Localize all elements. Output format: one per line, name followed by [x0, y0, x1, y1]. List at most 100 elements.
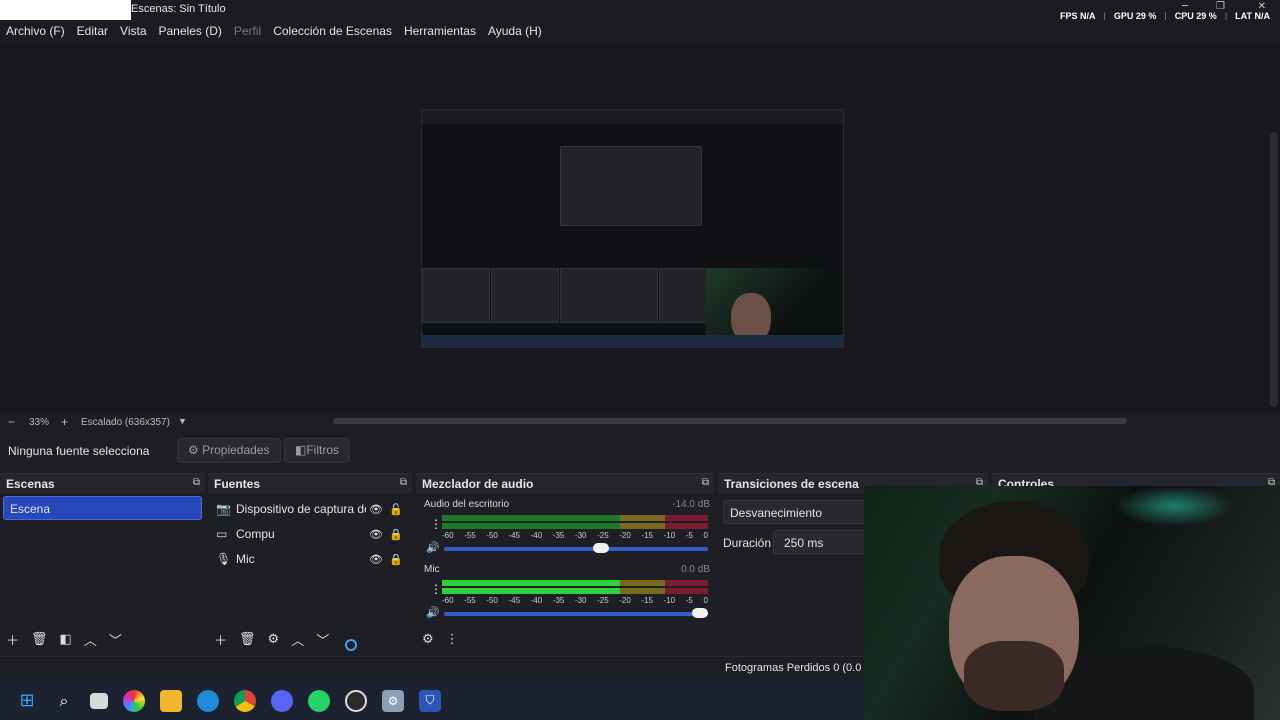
preview-frame[interactable]	[421, 109, 844, 348]
webcam-overlay	[864, 486, 1280, 720]
duration-label: Duración	[723, 536, 772, 550]
whatsapp-icon[interactable]	[308, 689, 330, 712]
gear-icon[interactable]: ⚙	[268, 632, 280, 647]
dropped-frames: Fotogramas Perdidos 0 (0.0	[725, 662, 862, 674]
properties-bar: Ninguna fuente selecciona ⚙ Propiedades …	[0, 436, 1280, 466]
eye-icon[interactable]: 👁	[366, 553, 386, 566]
window-title: Escenas: Sin Título	[131, 3, 226, 15]
file-explorer-icon[interactable]	[160, 689, 182, 712]
chevron-up-icon[interactable]: ︿	[291, 630, 304, 649]
source-label: Dispositivo de captura de	[236, 502, 366, 516]
volume-meter	[442, 580, 708, 586]
undock-icon[interactable]: ⧉	[400, 477, 407, 488]
menu-herramientas[interactable]: Herramientas	[404, 24, 476, 38]
speaker-icon[interactable]: 🔊	[426, 606, 440, 619]
mixer-dock-title: Mezclador de audio ⧉	[416, 474, 714, 494]
microphone-icon: 🎙	[216, 552, 232, 566]
volume-meter	[442, 515, 708, 521]
zoom-in-button[interactable]: +	[61, 415, 68, 429]
filter-icon[interactable]: ◧	[60, 632, 72, 647]
eye-icon[interactable]: 👁	[366, 528, 386, 541]
no-source-label: Ninguna fuente selecciona	[8, 444, 150, 458]
preview-dock-thumbnail	[659, 268, 707, 323]
chevron-down-icon[interactable]: ﹀	[109, 630, 122, 649]
add-icon[interactable]: ＋	[6, 630, 19, 649]
settings-icon[interactable]: ⚙	[382, 689, 404, 712]
scene-item[interactable]: Escena	[3, 496, 202, 520]
trash-icon[interactable]: 🗑	[239, 632, 256, 647]
menu-perfil[interactable]: Perfil	[234, 24, 261, 38]
horizontal-scrollbar[interactable]	[333, 418, 1127, 424]
filters-button[interactable]: ◧Filtros	[284, 438, 351, 463]
menu-archivo[interactable]: Archivo (F)	[6, 24, 65, 38]
undock-icon[interactable]: ⧉	[702, 477, 709, 488]
discord-icon[interactable]	[271, 689, 293, 712]
zoom-bar: − 33% + Escalado (636x357) ▼	[0, 412, 1280, 432]
scenes-toolbar: ＋ 🗑 ◧ ︿ ﹀	[0, 625, 205, 653]
source-label: Mic	[236, 552, 255, 566]
source-row[interactable]: 📷 Dispositivo de captura de 👁 🔓	[216, 498, 406, 520]
eye-icon[interactable]: 👁	[366, 503, 386, 516]
volume-slider[interactable]	[444, 608, 708, 618]
scenes-dock-title: Escenas ⧉	[0, 474, 205, 494]
chrome-icon[interactable]	[234, 689, 256, 712]
camera-icon: 📷	[216, 502, 231, 516]
sources-dock: Fuentes ⧉ 📷 Dispositivo de captura de 👁 🔓…	[208, 473, 412, 653]
mixer-channel: Mic 0.0 dB ⋮ -60 -55 -50 -45 -40 -35 -30 -25 -20…	[422, 564, 710, 624]
menu-paneles[interactable]: Paneles (D)	[159, 24, 222, 38]
channel-name: Audio del escritorio	[424, 499, 510, 510]
source-row[interactable]: 🎙 Mic 👁 🔒	[216, 548, 406, 570]
chevron-up-icon[interactable]: ︿	[84, 630, 97, 649]
preview-menu-thumbnail	[422, 110, 843, 124]
trash-icon[interactable]: 🗑	[31, 632, 48, 647]
mixer-channel: Audio del escritorio -14.0 dB ⋮ -60 -55 -5…	[422, 499, 710, 559]
chevron-down-icon[interactable]: ﹀	[316, 630, 329, 649]
more-options-icon[interactable]: ⋮	[430, 582, 442, 596]
title-bar: Escenas: Sin Título ─ ❐ ✕ FPS N/A | GPU …	[0, 0, 1280, 21]
lock-icon[interactable]: 🔒	[386, 553, 406, 566]
color-picker-icon[interactable]	[123, 689, 145, 712]
vertical-scrollbar[interactable]	[1270, 132, 1278, 407]
preview-dock-thumbnail	[560, 268, 658, 323]
channel-name: Mic	[424, 564, 440, 575]
title-overlay	[0, 0, 131, 20]
undock-icon[interactable]: ⧉	[193, 477, 200, 488]
source-label: Compu	[236, 527, 275, 541]
chevron-down-icon[interactable]: ▼	[178, 416, 187, 426]
volume-meter	[442, 588, 708, 594]
channel-db: 0.0 dB	[681, 564, 710, 575]
volume-meter	[442, 523, 708, 529]
volume-slider[interactable]	[444, 543, 708, 553]
menu-vista[interactable]: Vista	[120, 24, 146, 38]
monitor-icon: ▭	[216, 527, 228, 541]
search-icon[interactable]: ⌕	[53, 690, 75, 712]
meter-scale: -60 -55 -50 -45 -40 -35 -30 -25 -20 -15 -10 -5 0	[442, 596, 708, 605]
more-options-icon[interactable]: ⋮	[430, 517, 442, 531]
add-icon[interactable]: ＋	[214, 630, 227, 649]
scenes-dock: Escenas ⧉ Escena ＋ 🗑 ◧ ︿ ﹀	[0, 473, 205, 653]
zoom-out-button[interactable]: −	[8, 415, 15, 429]
windows-start-icon[interactable]: ⊞	[16, 690, 38, 712]
preview-nested-frame	[560, 146, 702, 226]
edge-icon[interactable]	[197, 689, 219, 712]
speaker-icon[interactable]: 🔊	[426, 541, 440, 554]
menu-ayuda[interactable]: Ayuda (H)	[488, 24, 542, 38]
menu-coleccion-escenas[interactable]: Colección de Escenas	[273, 24, 392, 38]
filter-icon: ◧	[295, 443, 307, 457]
sources-dock-title: Fuentes ⧉	[208, 474, 412, 494]
preview-taskbar-thumbnail	[422, 335, 843, 347]
vpn-shield-icon[interactable]: ⛉	[419, 689, 441, 712]
preview-dock-thumbnail	[422, 268, 490, 323]
source-row[interactable]: ▭ Compu 👁 🔒	[216, 523, 406, 545]
obs-icon[interactable]	[345, 689, 367, 712]
sources-toolbar: ＋ 🗑 ⚙ ︿ ﹀	[208, 625, 412, 653]
more-options-icon[interactable]: ⋮	[446, 632, 459, 647]
lock-icon[interactable]: 🔒	[386, 528, 406, 541]
advanced-audio-icon[interactable]: ⚙	[422, 632, 434, 647]
lock-open-icon[interactable]: 🔓	[386, 503, 406, 516]
task-view-icon[interactable]	[90, 692, 108, 709]
zoom-value: 33%	[29, 417, 50, 428]
properties-button[interactable]: ⚙ Propiedades	[177, 438, 281, 463]
menu-editar[interactable]: Editar	[77, 24, 108, 38]
channel-db: -14.0 dB	[672, 499, 710, 510]
